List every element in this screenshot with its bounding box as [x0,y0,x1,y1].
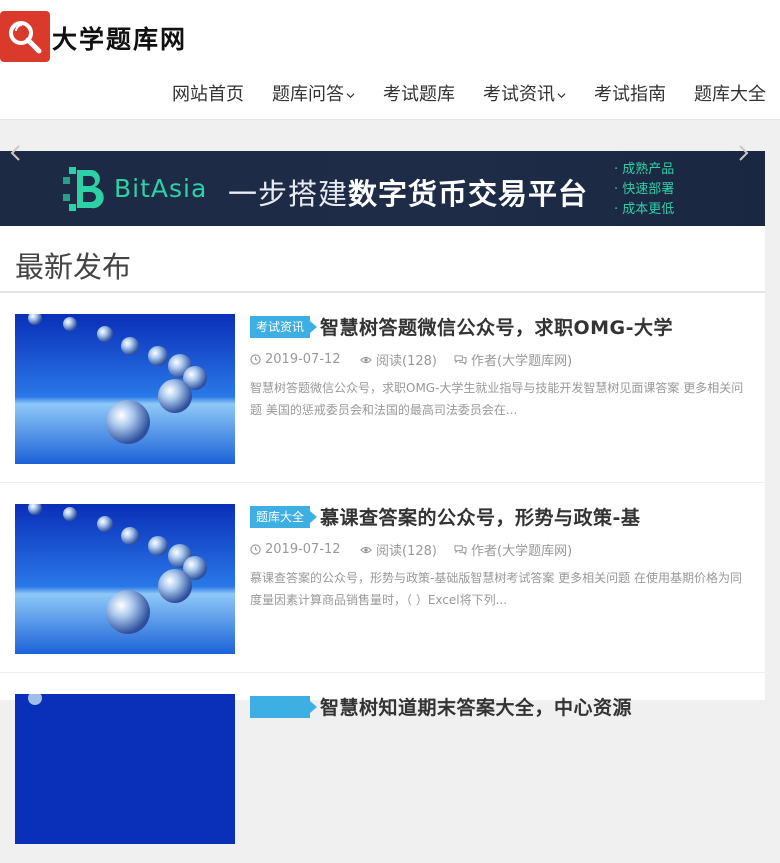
banner-point-text: 成本更低 [622,202,675,217]
post-thumbnail[interactable] [15,314,235,464]
post-excerpt: 智慧树答题微信公众号，求职OMG-大学生就业指导与技能开发智慧树见面课答案 更多… [250,381,744,417]
post-date-text: 2019-07-12 [265,352,341,367]
site-logo-text: 大学题库网 [52,25,188,54]
banner-brand: BitAsia [114,174,208,203]
magnifier-logo-icon [0,11,50,62]
eye-icon [360,546,372,553]
nav-item-home[interactable]: 网站首页 [158,80,258,110]
post-author-text[interactable]: 作者(大学题库网) [471,540,572,559]
post-meta: 2019-07-12 阅读(128) 作者(大学题库网) [250,540,572,559]
banner-points: · 成熟产品 · 快速部署 · 成本更低 [614,160,674,220]
nav-item-label: 题库问答 [272,84,344,105]
nav-item-all-banks[interactable]: 题库大全 [680,80,780,110]
post-thumbnail[interactable] [15,504,235,654]
banner-point-text: 成熟产品 [622,162,675,177]
latest-posts: 最新发布 考试资讯 智慧树答题微信公众号，求职OMG-大学 2019-07-12… [0,226,765,844]
chevron-left-icon[interactable] [8,144,22,162]
post-meta: 2019-07-12 阅读(128) 作者(大学题库网) [250,350,572,369]
post-item: 智慧树知道期末答案大全，中心资源 [0,673,765,863]
post-item: 考试资讯 智慧树答题微信公众号，求职OMG-大学 2019-07-12 阅读(1… [0,293,765,483]
nav-item-label: 考试题库 [383,84,455,105]
banner-point: · 成熟产品 [614,162,675,177]
nav-item-label: 网站首页 [172,84,244,105]
post-title[interactable]: 慕课查答案的公众号，形势与政策-基 [320,503,640,530]
banner-point-text: 快速部署 [622,182,675,197]
main-nav: 网站首页 题库问答 考试题库 考试资讯 考试指南 题库大全 [158,80,780,110]
clock-icon [250,354,261,365]
category-badge[interactable]: 题库大全 [250,506,318,528]
nav-item-exam-guide[interactable]: 考试指南 [580,80,680,110]
post-thumbnail[interactable] [15,694,235,844]
site-header: 大学题库网 网站首页 题库问答 考试题库 考试资讯 考试指南 题库大全 [0,0,780,120]
nav-item-qa[interactable]: 题库问答 [258,80,369,110]
ad-banner[interactable]: BitAsia 一步搭建数字货币交易平台 · 成熟产品 · 快速部署 · 成本更… [0,151,765,226]
site-logo[interactable]: 大学题库网 [0,11,240,63]
banner-slogan: 一步搭建数字货币交易平台 [228,171,588,213]
section-header: 最新发布 [0,226,765,293]
eye-icon [360,356,372,363]
post-views-text: 阅读(128) [376,544,437,559]
post-item: 题库大全 慕课查答案的公众号，形势与政策-基 2019-07-12 阅读(128… [0,483,765,673]
post-views-text: 阅读(128) [376,354,437,369]
nav-item-exam-bank[interactable]: 考试题库 [369,80,469,110]
post-excerpt: 慕课查答案的公众号，形势与政策-基础版智慧树考试答案 更多相关问题 在使用基期价… [250,571,742,607]
category-badge[interactable] [250,696,317,718]
post-author: 作者(大学题库网) [454,350,572,369]
post-date-text: 2019-07-12 [265,542,341,557]
comments-icon [454,545,467,555]
clock-icon [250,544,261,555]
chevron-right-icon[interactable] [737,144,751,162]
banner-point: · 快速部署 [614,182,675,197]
post-views: 阅读(128) [360,350,454,369]
banner-slogan-prefix: 一步搭建 [228,177,349,211]
banner-point: · 成本更低 [614,202,675,217]
chevron-down-icon [346,92,355,98]
section-title: 最新发布 [15,250,132,284]
banner-slogan-bold: 数字货币交易平台 [348,177,589,211]
post-title[interactable]: 智慧树答题微信公众号，求职OMG-大学 [320,313,673,340]
nav-item-label: 考试资讯 [483,84,555,105]
post-date: 2019-07-12 [250,350,360,369]
category-badge[interactable]: 考试资讯 [250,316,318,338]
post-views: 阅读(128) [360,540,454,559]
post-date: 2019-07-12 [250,540,360,559]
post-title[interactable]: 智慧树知道期末答案大全，中心资源 [320,693,632,720]
post-author-text[interactable]: 作者(大学题库网) [471,350,572,369]
chevron-down-icon [557,92,566,98]
post-author: 作者(大学题库网) [454,540,572,559]
comments-icon [454,355,467,365]
banner-slider: BitAsia 一步搭建数字货币交易平台 · 成熟产品 · 快速部署 · 成本更… [0,121,780,226]
nav-item-exam-news[interactable]: 考试资讯 [469,80,580,110]
nav-item-label: 题库大全 [694,84,766,105]
bitasia-logo-icon [63,167,104,211]
nav-item-label: 考试指南 [594,84,666,105]
